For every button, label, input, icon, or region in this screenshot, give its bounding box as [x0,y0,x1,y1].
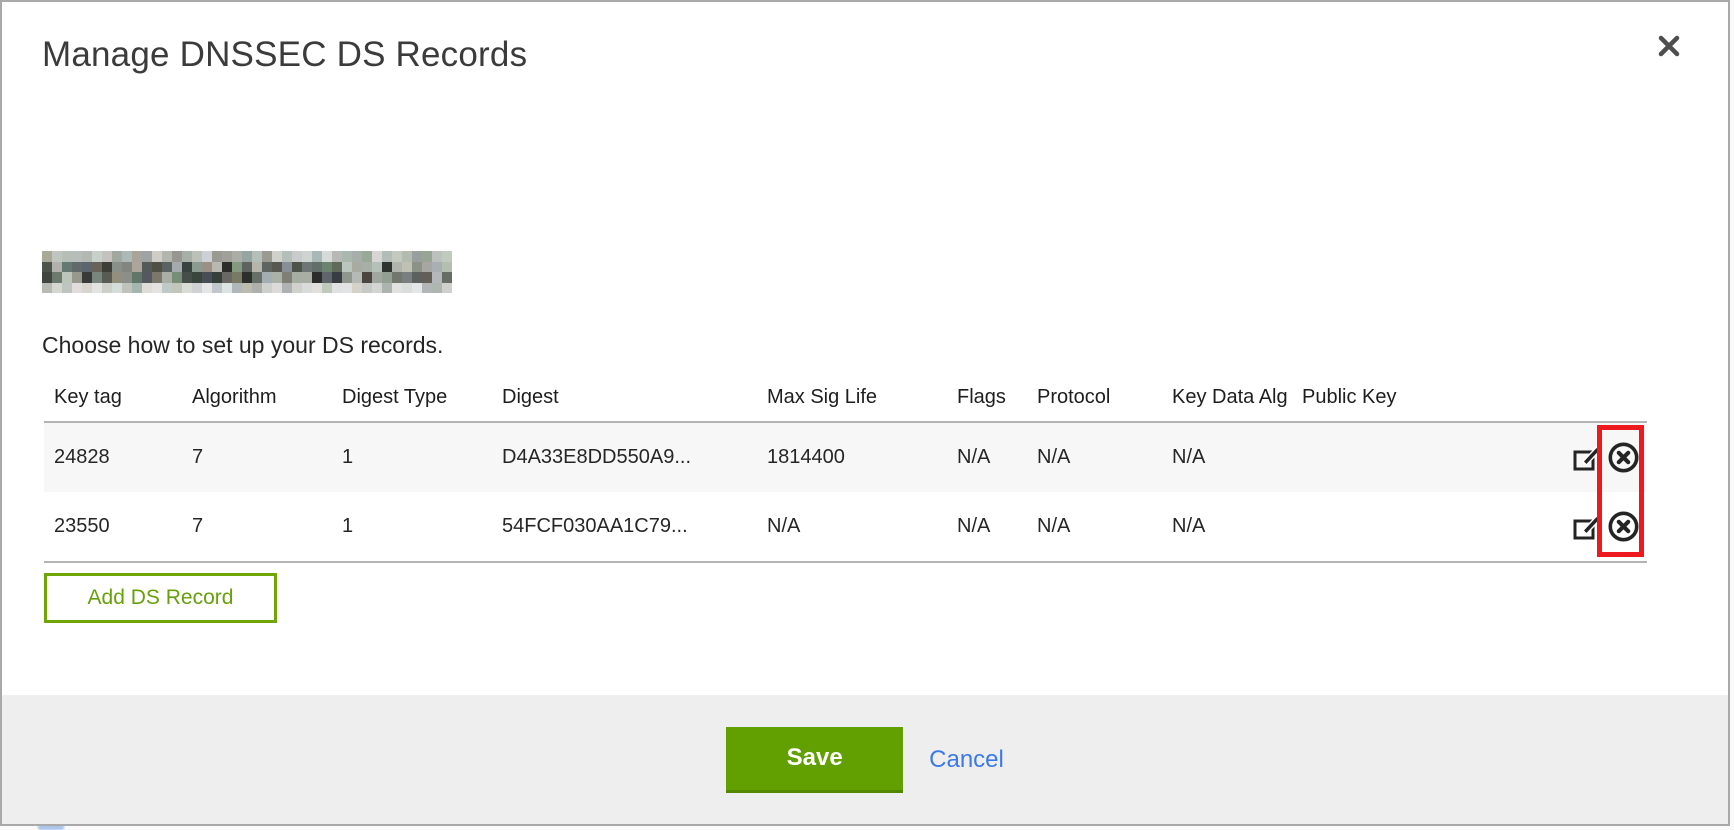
cell-flags: N/A [947,492,1027,562]
cell-max-sig-life: N/A [757,492,947,562]
table-row: 235507154FCF030AA1C79...N/AN/AN/AN/A [44,492,1647,562]
cell-max-sig-life: 1814400 [757,422,947,492]
cancel-link[interactable]: Cancel [929,746,1004,774]
cell-digest: 54FCF030AA1C79... [492,492,757,562]
cell-protocol: N/A [1027,492,1162,562]
cell-protocol: N/A [1027,422,1162,492]
table-row: 2482871D4A33E8DD550A9...1814400N/AN/AN/A [44,422,1647,492]
delete-record-button[interactable] [1607,510,1640,543]
column-header-protocol: Protocol [1027,374,1162,422]
edit-icon [1571,511,1602,542]
edit-record-button[interactable] [1571,442,1602,473]
instruction-text: Choose how to set up your DS records. [42,332,443,359]
cell-digest: D4A33E8DD550A9... [492,422,757,492]
cell-digest-type: 1 [332,492,492,562]
column-header-algorithm: Algorithm [182,374,332,422]
close-icon [1655,32,1683,60]
dialog-title: Manage DNSSEC DS Records [42,35,527,75]
row-actions [1552,422,1647,492]
close-dialog-button[interactable] [1654,32,1684,62]
cell-public-key [1292,492,1552,562]
column-header-key-data-alg: Key Data Alg [1162,374,1292,422]
delete-record-button[interactable] [1607,441,1640,474]
cell-algorithm: 7 [182,492,332,562]
column-header-max-sig-life: Max Sig Life [757,374,947,422]
screen: Manage DNSSEC DS Records Choose how to s… [0,0,1734,830]
table-header-row: Key tagAlgorithmDigest TypeDigestMax Sig… [44,374,1647,422]
cell-key-tag: 24828 [44,422,182,492]
delete-circle-x-icon [1607,441,1640,474]
cell-algorithm: 7 [182,422,332,492]
column-header-flags: Flags [947,374,1027,422]
ds-records-table: Key tagAlgorithmDigest TypeDigestMax Sig… [44,374,1647,563]
row-actions [1552,492,1647,562]
column-header-key-tag: Key tag [44,374,182,422]
dialog-footer: Save Cancel [2,695,1728,824]
edit-record-button[interactable] [1571,511,1602,542]
cell-digest-type: 1 [332,422,492,492]
save-button[interactable]: Save [726,727,903,793]
column-header-digest: Digest [492,374,757,422]
column-header-digest-type: Digest Type [332,374,492,422]
add-ds-record-button[interactable]: Add DS Record [44,573,277,623]
redacted-domain-name [42,251,452,293]
edit-icon [1571,442,1602,473]
cell-public-key [1292,422,1552,492]
column-header-public-key: Public Key [1292,374,1552,422]
cell-key-data-alg: N/A [1162,422,1292,492]
cell-key-data-alg: N/A [1162,492,1292,562]
cell-key-tag: 23550 [44,492,182,562]
cell-flags: N/A [947,422,1027,492]
manage-dnssec-dialog: Manage DNSSEC DS Records Choose how to s… [0,0,1730,826]
delete-circle-x-icon [1607,510,1640,543]
